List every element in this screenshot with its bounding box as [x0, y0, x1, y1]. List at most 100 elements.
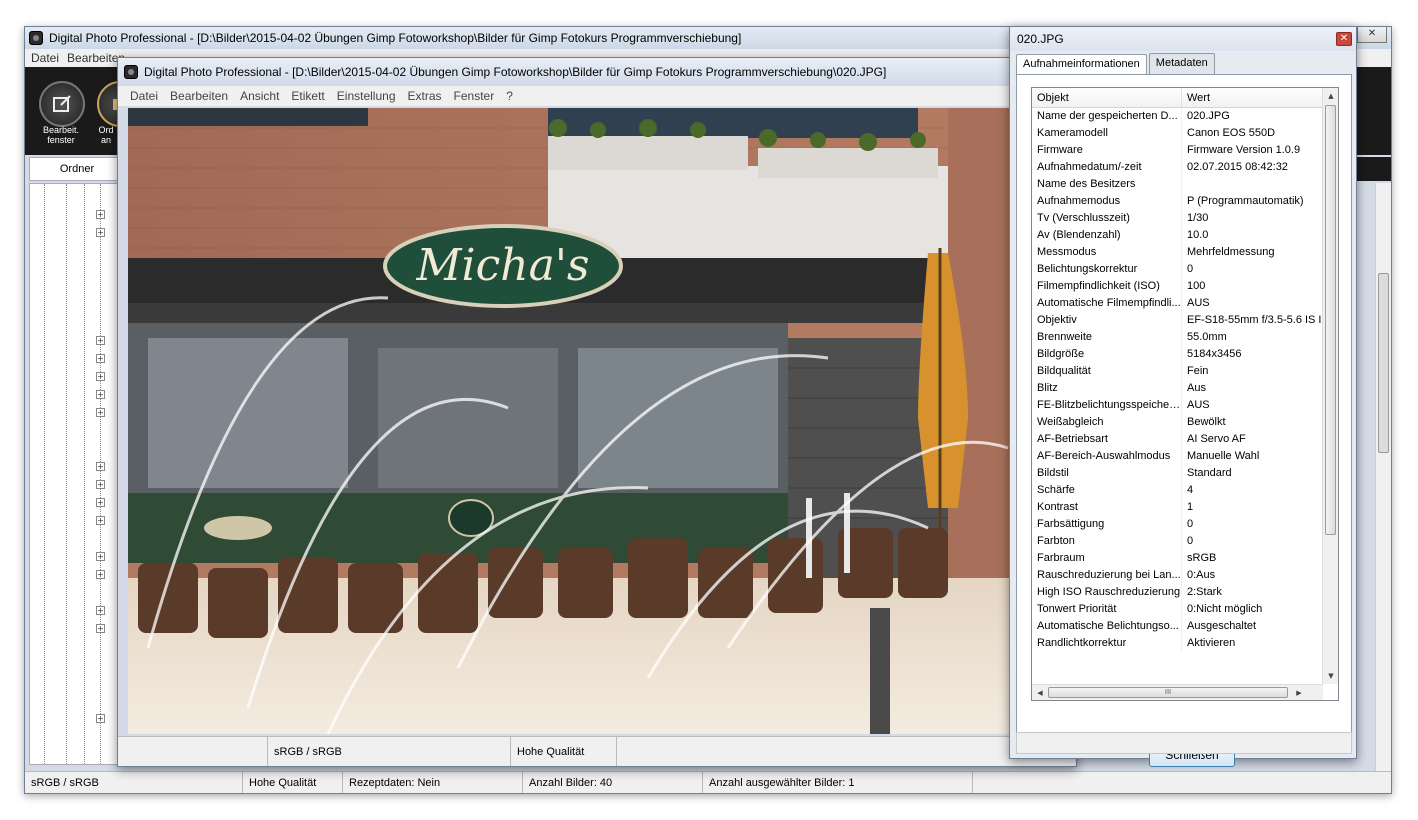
menu-einstellung[interactable]: Einstellung	[337, 89, 396, 103]
menu-fenster[interactable]: Fenster	[454, 89, 495, 103]
image-menu-bar: Datei Bearbeiten Ansicht Etikett Einstel…	[118, 86, 1076, 106]
tree-expand-icon[interactable]: +	[96, 210, 105, 219]
scroll-up-icon[interactable]: ▲	[1323, 88, 1338, 104]
scroll-right-icon[interactable]: ▶	[1291, 685, 1307, 700]
scroll-thumb[interactable]	[1378, 273, 1389, 453]
tree-expand-icon[interactable]: +	[96, 480, 105, 489]
table-row[interactable]: Name des Besitzers	[1032, 176, 1323, 193]
table-row[interactable]: Aufnahmedatum/-zeit 02.07.2015 08:42:32	[1032, 159, 1323, 176]
tab-aufnahmeinformationen[interactable]: Aufnahmeinformationen	[1016, 54, 1147, 75]
row-value: Standard	[1187, 467, 1232, 479]
table-row[interactable]: Rauschreduzierung bei Lan... 0:Aus	[1032, 567, 1323, 584]
tree-expand-icon[interactable]: +	[96, 570, 105, 579]
table-row[interactable]: Automatische Belichtungso... Ausgeschalte…	[1032, 618, 1323, 635]
row-property: Rauschreduzierung bei Lan...	[1032, 567, 1182, 584]
menu-datei[interactable]: Datei	[130, 89, 158, 103]
status-image-count: Anzahl Bilder: 40	[523, 772, 703, 793]
column-header-objekt[interactable]: Objekt	[1032, 88, 1182, 107]
folder-panel-header[interactable]: Ordner	[29, 157, 125, 181]
tree-expand-icon[interactable]: +	[96, 462, 105, 471]
tree-expand-icon[interactable]: +	[96, 228, 105, 237]
table-row[interactable]: Farbton 0	[1032, 533, 1323, 550]
table-row[interactable]: Av (Blendenzahl) 10.0	[1032, 227, 1323, 244]
table-row[interactable]: AF-Betriebsart AI Servo AF	[1032, 431, 1323, 448]
info-list[interactable]: Objekt Wert Name der gespeicherten D... 0…	[1031, 87, 1339, 701]
table-row[interactable]: Automatische Filmempfindli... AUS	[1032, 295, 1323, 312]
table-row[interactable]: Randlichtkorrektur Aktivieren	[1032, 635, 1323, 652]
menu-extras[interactable]: Extras	[408, 89, 442, 103]
tree-expand-icon[interactable]: +	[96, 372, 105, 381]
main-vertical-scrollbar[interactable]	[1375, 183, 1391, 771]
tree-expand-icon[interactable]: +	[96, 552, 105, 561]
scroll-thumb[interactable]: III	[1048, 687, 1288, 698]
table-row[interactable]: Blitz Aus	[1032, 380, 1323, 397]
tree-expand-icon[interactable]: +	[96, 408, 105, 417]
tree-expand-icon[interactable]: +	[96, 714, 105, 723]
close-icon[interactable]: ✕	[1336, 32, 1352, 46]
table-row[interactable]: Brennweite 55.0mm	[1032, 329, 1323, 346]
table-row[interactable]: Messmodus Mehrfeldmessung	[1032, 244, 1323, 261]
row-property: Farbsättigung	[1032, 516, 1182, 533]
edit-window-icon	[53, 95, 71, 112]
table-row[interactable]: Schärfe 4	[1032, 482, 1323, 499]
table-row[interactable]: High ISO Rauschreduzierung 2:Stark	[1032, 584, 1323, 601]
tree-expand-icon[interactable]: +	[96, 624, 105, 633]
tree-expand-icon[interactable]: +	[96, 606, 105, 615]
table-row[interactable]: Name der gespeicherten D... 020.JPG	[1032, 108, 1323, 125]
menu-ansicht[interactable]: Ansicht	[240, 89, 279, 103]
status-color-space: sRGB / sRGB	[25, 772, 243, 793]
close-icon[interactable]: ✕	[1357, 27, 1387, 43]
table-row[interactable]: Weißabgleich Bewölkt	[1032, 414, 1323, 431]
table-row[interactable]: Tv (Verschlusszeit) 1/30	[1032, 210, 1323, 227]
folder-tree[interactable]: + + + + + + + + + + + + + + + +	[29, 183, 125, 765]
row-value: 1/30	[1187, 212, 1209, 224]
table-row[interactable]: Farbsättigung 0	[1032, 516, 1323, 533]
menu-datei[interactable]: Datei	[31, 51, 59, 65]
tree-expand-icon[interactable]: +	[96, 390, 105, 399]
table-row[interactable]: Aufnahmemodus P (Programmautomatik)	[1032, 193, 1323, 210]
row-value: Ausgeschaltet	[1187, 620, 1257, 632]
row-value: 2:Stark	[1187, 586, 1222, 598]
row-property: Automatische Belichtungso...	[1032, 618, 1182, 635]
row-property: Aufnahmedatum/-zeit	[1032, 159, 1182, 176]
table-row[interactable]: Kontrast 1	[1032, 499, 1323, 516]
scroll-thumb[interactable]	[1325, 105, 1336, 535]
tab-metadaten[interactable]: Metadaten	[1148, 53, 1215, 74]
table-row[interactable]: Belichtungskorrektur 0	[1032, 261, 1323, 278]
table-row[interactable]: Bildgröße 5184x3456	[1032, 346, 1323, 363]
menu-bearbeiten[interactable]: Bearbeiten	[170, 89, 228, 103]
photo-view[interactable]: Micha's	[128, 108, 1076, 734]
row-property: Randlichtkorrektur	[1032, 635, 1182, 652]
tree-expand-icon[interactable]: +	[96, 354, 105, 363]
row-property: Kameramodell	[1032, 125, 1182, 142]
table-row[interactable]: Bildstil Standard	[1032, 465, 1323, 482]
tree-expand-icon[interactable]: +	[96, 516, 105, 525]
row-value: Fein	[1187, 365, 1209, 377]
tree-expand-icon[interactable]: +	[96, 498, 105, 507]
row-property: Tonwert Priorität	[1032, 601, 1182, 618]
table-row[interactable]: Objektiv EF-S18-55mm f/3.5-5.6 IS I	[1032, 312, 1323, 329]
menu-help[interactable]: ?	[506, 89, 513, 103]
table-row[interactable]: AF-Bereich-Auswahlmodus Manuelle Wahl	[1032, 448, 1323, 465]
menu-etikett[interactable]: Etikett	[291, 89, 324, 103]
row-property: Automatische Filmempfindli...	[1032, 295, 1182, 312]
list-horizontal-scrollbar[interactable]: ◀ III ▶	[1032, 684, 1323, 700]
dialog-title-bar[interactable]: 020.JPG	[1010, 27, 1356, 51]
table-row[interactable]: Tonwert Priorität 0:Nicht möglich	[1032, 601, 1323, 618]
scroll-down-icon[interactable]: ▼	[1323, 668, 1338, 684]
image-window: Digital Photo Professional - [D:\Bilder\…	[117, 57, 1077, 767]
table-row[interactable]: Filmempfindlichkeit (ISO) 100	[1032, 278, 1323, 295]
table-row[interactable]: FE-Blitzbelichtungsspeicher... AUS	[1032, 397, 1323, 414]
row-value: 4	[1187, 484, 1194, 496]
image-title-bar[interactable]: Digital Photo Professional - [D:\Bilder\…	[118, 58, 1076, 86]
table-row[interactable]: Bildqualität Fein	[1032, 363, 1323, 380]
list-vertical-scrollbar[interactable]: ▲ ▼	[1322, 88, 1338, 684]
row-value: sRGB	[1187, 552, 1217, 564]
edit-window-button[interactable]	[39, 81, 85, 127]
tree-expand-icon[interactable]: +	[96, 336, 105, 345]
scroll-left-icon[interactable]: ◀	[1032, 685, 1048, 700]
table-row[interactable]: Firmware Firmware Version 1.0.9	[1032, 142, 1323, 159]
table-row[interactable]: Farbraum sRGB	[1032, 550, 1323, 567]
table-row[interactable]: Kameramodell Canon EOS 550D	[1032, 125, 1323, 142]
column-header-wert[interactable]: Wert	[1182, 88, 1323, 107]
